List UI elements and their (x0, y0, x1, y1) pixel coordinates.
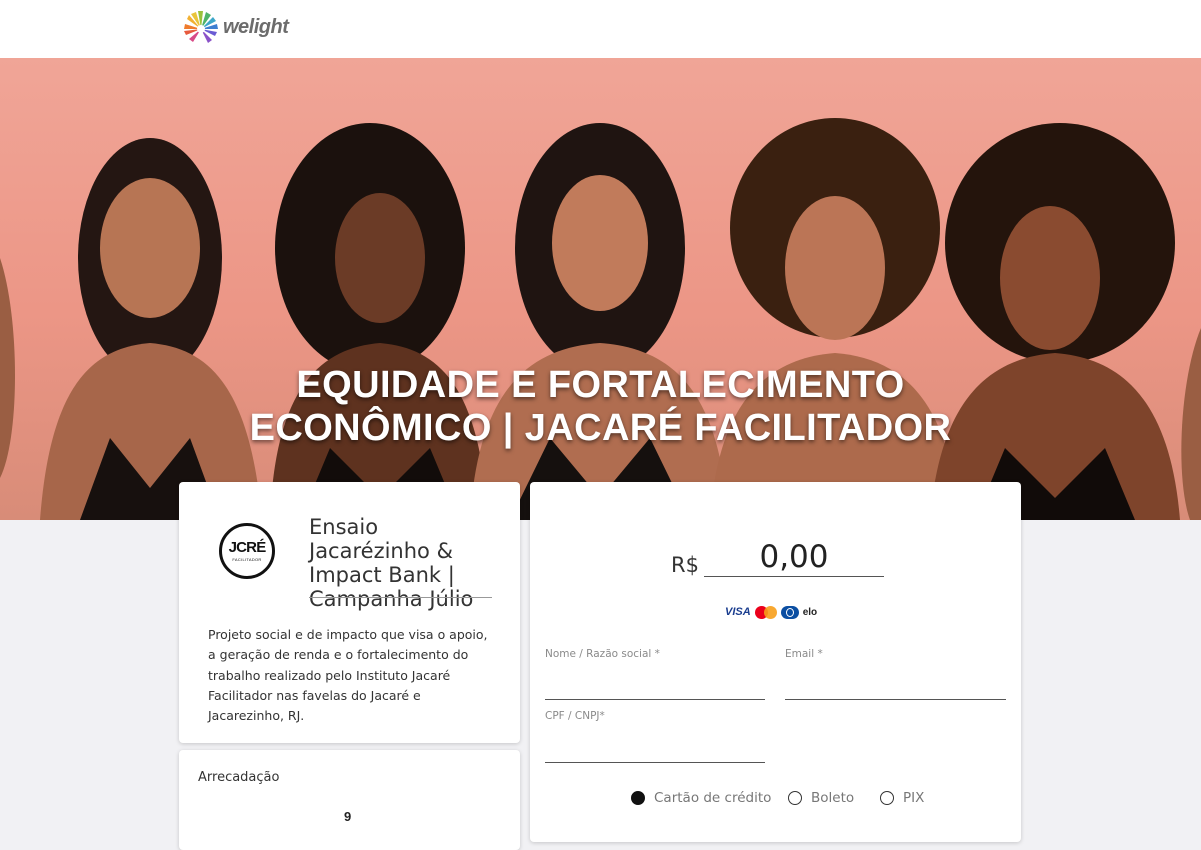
payment-option-boleto[interactable]: Boleto (788, 790, 854, 806)
raised-value: 9 (344, 809, 352, 824)
jcre-logo-subtext: FACILITADOR (232, 557, 262, 562)
name-input[interactable] (545, 675, 765, 700)
cpf-input[interactable] (545, 738, 765, 763)
hero-title-line2: ECONÔMICO | JACARÉ FACILITADOR (249, 407, 952, 449)
campaign-title-divider (309, 597, 492, 598)
top-navigation-bar: welight (0, 0, 1201, 58)
cpf-field-label: CPF / CNPJ* (545, 710, 605, 722)
payment-option-label: PIX (903, 790, 925, 806)
accepted-card-brands: VISA elo (725, 604, 817, 620)
elo-icon: elo (802, 606, 818, 618)
currency-symbol: R$ (671, 553, 699, 577)
radio-checked-icon[interactable] (631, 791, 645, 805)
mastercard-icon (754, 605, 777, 619)
campaign-hero-title: EQUIDADE E FORTALECIMENTO ECONÔMICO | JA… (0, 364, 1201, 450)
email-input[interactable] (785, 675, 1006, 700)
payment-option-pix[interactable]: PIX (880, 790, 924, 806)
payment-option-label: Cartão de crédito (654, 790, 772, 806)
hero-photo-illustration (0, 118, 1201, 520)
hero-banner: EQUIDADE E FORTALECIMENTO ECONÔMICO | JA… (0, 58, 1201, 520)
payment-option-label: Boleto (811, 790, 855, 806)
name-field-label: Nome / Razão social * (545, 648, 660, 660)
donation-amount-input[interactable] (704, 538, 884, 577)
payment-option-credit-card[interactable]: Cartão de crédito (631, 790, 771, 806)
visa-icon: VISA (725, 606, 751, 618)
hero-title-line1: EQUIDADE E FORTALECIMENTO (296, 364, 905, 406)
radio-unchecked-icon[interactable] (880, 791, 894, 805)
campaign-description: Projeto social e de impacto que visa o a… (208, 627, 488, 724)
diners-icon (780, 605, 799, 619)
radio-unchecked-icon[interactable] (788, 791, 802, 805)
sunburst-logo-icon (184, 11, 218, 43)
welight-logo[interactable]: welight (183, 8, 289, 46)
email-field-label: Email * (785, 648, 823, 660)
raised-label: Arrecadação (198, 770, 280, 785)
logo-wordmark: welight (223, 15, 289, 38)
raised-amount-card (179, 750, 520, 850)
jcre-logo-text: JCRÉ (228, 539, 267, 556)
jcre-organization-logo: JCRÉ FACILITADOR (219, 523, 275, 579)
donation-form-card (530, 482, 1021, 842)
